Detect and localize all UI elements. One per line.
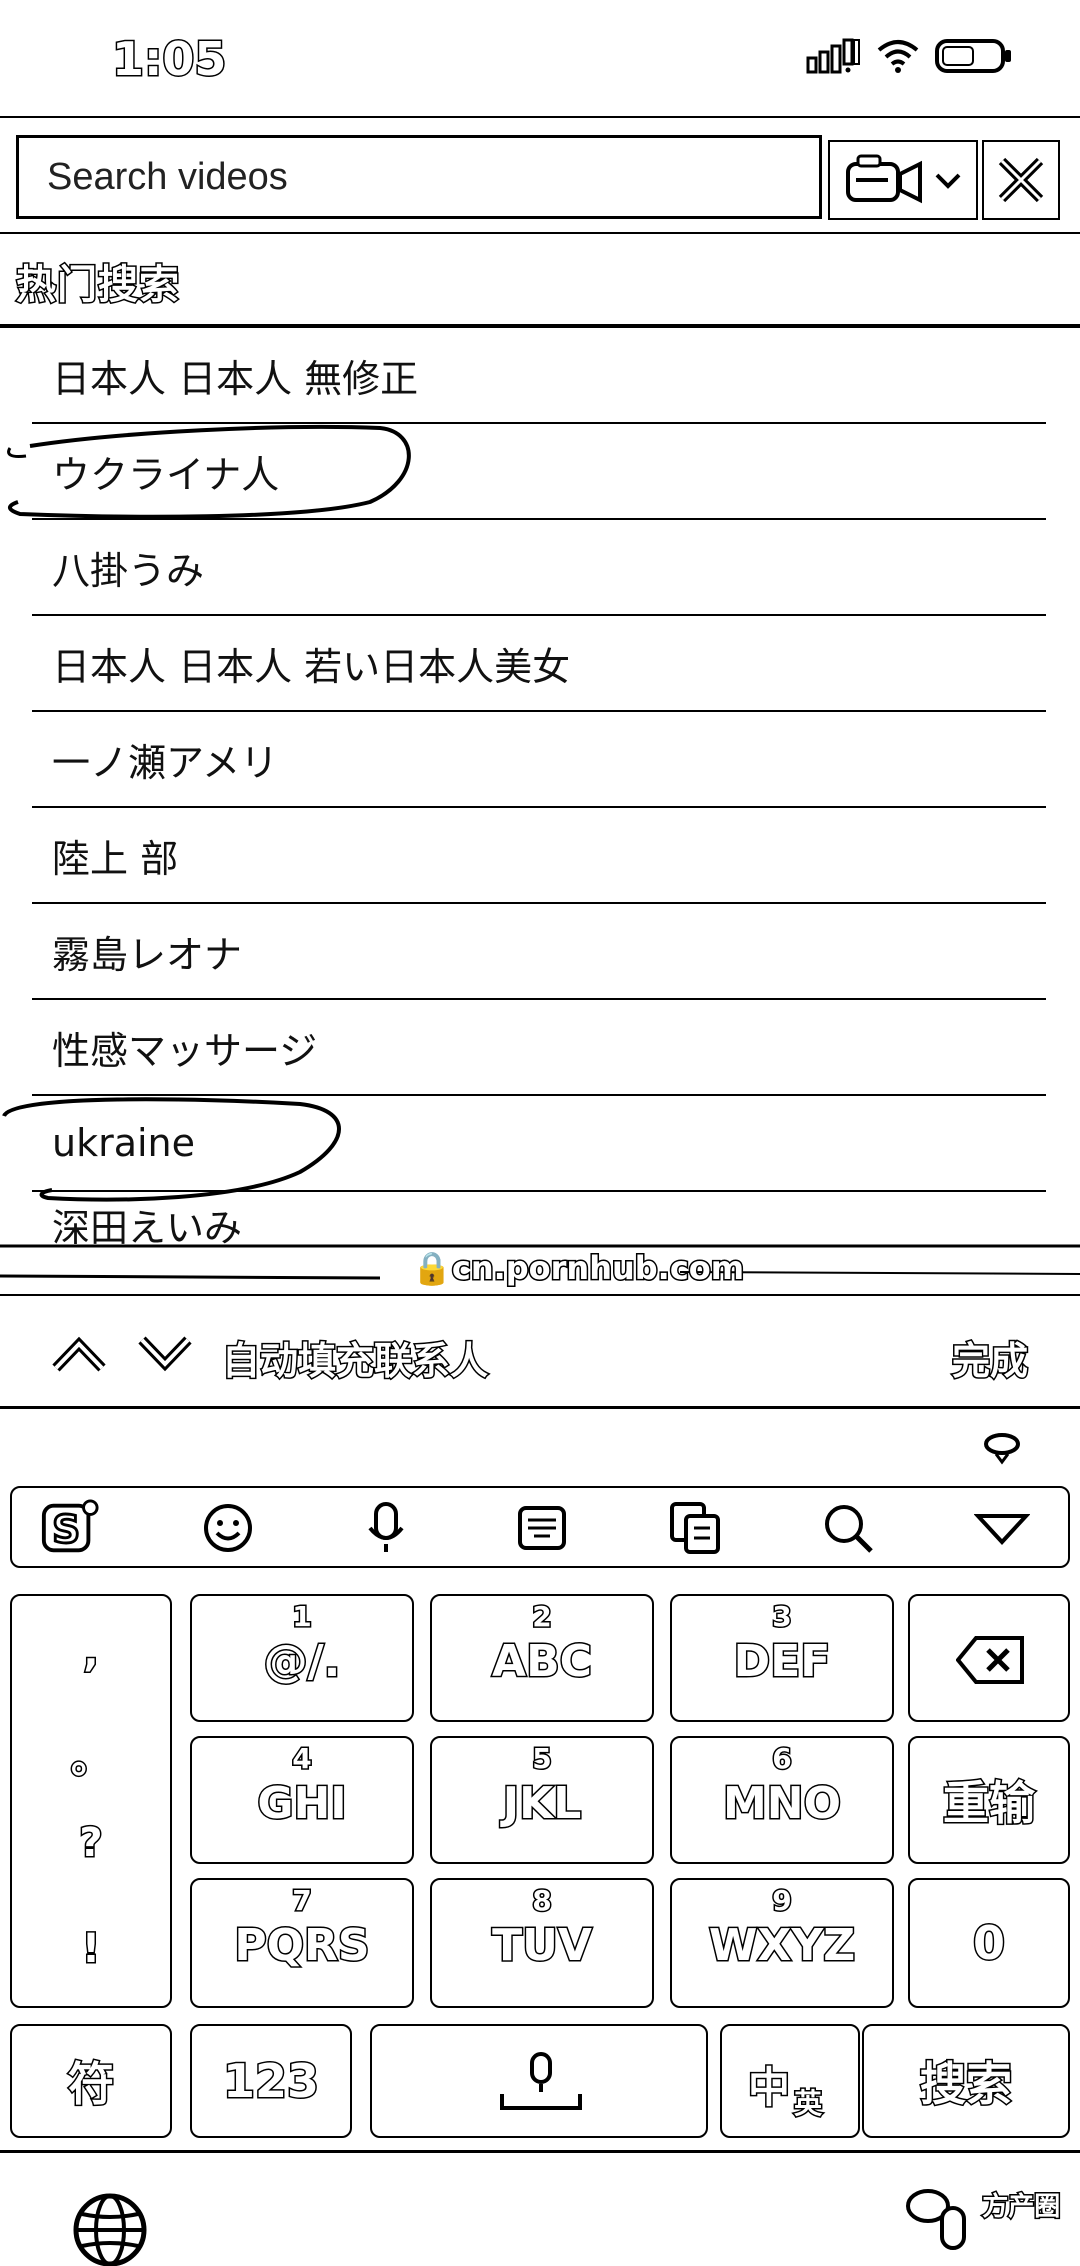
language-switch-key[interactable]: 中 英 (720, 2024, 860, 2138)
key-6[interactable]: 6 MNO (670, 1736, 894, 1864)
autofill-contacts-label[interactable]: 自动填充联系人 (220, 1330, 489, 1385)
list-item[interactable]: 八掛うみ (32, 520, 1046, 616)
punct-question[interactable]: ? (12, 1819, 170, 1868)
key-7[interactable]: 7 PQRS (190, 1878, 414, 2008)
status-bar: 1:05 (0, 0, 1080, 118)
search-input[interactable]: Search videos (16, 135, 822, 219)
punct-comma[interactable]: , (12, 1629, 170, 1678)
svg-text:S: S (52, 1508, 80, 1553)
list-item[interactable]: 深田えいみ (32, 1192, 1046, 1252)
section-title: 热门搜索 (15, 261, 181, 310)
battery-icon (935, 39, 1011, 73)
symbols-key[interactable]: 符 (10, 2024, 172, 2138)
numbers-key[interactable]: 123 (190, 2024, 352, 2138)
divider (0, 2150, 1080, 2153)
list-item[interactable]: 日本人 日本人 若い日本人美女 (32, 616, 1046, 712)
wechat-mic-icon (906, 2189, 966, 2250)
clipboard-icon[interactable] (666, 1498, 726, 1558)
space-key[interactable] (370, 2024, 708, 2138)
space-mic-icon (500, 2052, 582, 2110)
search-icon[interactable] (818, 1498, 878, 1558)
video-filter-button[interactable] (828, 140, 978, 220)
wifi-icon (877, 40, 919, 73)
collapse-keyboard-icon[interactable] (972, 1498, 1032, 1558)
globe-icon[interactable] (70, 2190, 150, 2266)
key-5[interactable]: 5 JKL (430, 1736, 654, 1864)
divider (0, 1294, 1080, 1296)
search-placeholder: Search videos (47, 155, 288, 198)
list-item[interactable]: ウクライナ人 (32, 424, 1046, 520)
status-time: 1:05 (110, 31, 227, 88)
list-item[interactable]: 一ノ瀬アメリ (32, 712, 1046, 808)
key-1[interactable]: 1 @/. (190, 1594, 414, 1722)
key-3[interactable]: 3 DEF (670, 1594, 894, 1722)
backspace-key[interactable] (908, 1594, 1070, 1722)
reenter-key[interactable]: 重输 (908, 1736, 1070, 1864)
sogou-logo-icon[interactable]: S (40, 1498, 100, 1558)
list-item[interactable]: 陸上 部 (32, 808, 1046, 904)
voice-input-icon[interactable] (356, 1498, 416, 1558)
done-button[interactable]: 完成 (950, 1330, 1029, 1385)
divider (0, 116, 1080, 118)
divider (0, 232, 1080, 234)
list-item[interactable]: 霧島レオナ (32, 904, 1046, 1000)
emoji-icon[interactable] (198, 1498, 258, 1558)
key-2[interactable]: 2 ABC (430, 1594, 654, 1722)
list-item[interactable]: 性感マッサージ (32, 1000, 1046, 1096)
status-icons (806, 36, 1014, 76)
search-key[interactable]: 搜索 (862, 2024, 1070, 2138)
close-search-button[interactable] (982, 140, 1060, 220)
keyboard-layout-icon[interactable] (512, 1498, 572, 1558)
key-0[interactable]: 0 (908, 1878, 1070, 2008)
chevron-down-icon[interactable] (136, 1334, 194, 1374)
backspace-icon (956, 1636, 1024, 1684)
punct-exclaim[interactable]: ! (12, 1925, 170, 1974)
punct-period[interactable]: 。 (12, 1726, 170, 1784)
keyboard-handle-icon[interactable] (980, 1430, 1024, 1466)
key-4[interactable]: 4 GHI (190, 1736, 414, 1864)
chevron-up-icon[interactable] (50, 1334, 108, 1374)
lock-icon: 🔒 (411, 1248, 454, 1289)
key-9[interactable]: 9 WXYZ (670, 1878, 894, 2008)
list-item[interactable]: 日本人 日本人 無修正 (32, 328, 1046, 424)
video-camera-icon (846, 154, 922, 204)
list-item[interactable]: ukraine (32, 1096, 1046, 1192)
url-text: 🔒cn.pornhub.com (411, 1248, 746, 1289)
punctuation-column[interactable]: , 。 ? ! (10, 1594, 172, 2008)
voice-footer[interactable]: 方产圈 (904, 2186, 1062, 2266)
hot-search-list: 日本人 日本人 無修正 ウクライナ人 八掛うみ 日本人 日本人 若い日本人美女 … (32, 328, 1046, 1252)
close-icon (998, 157, 1044, 203)
signal-icon (806, 38, 860, 74)
chevron-down-icon (935, 173, 961, 189)
divider (0, 1406, 1080, 1409)
key-8[interactable]: 8 TUV (430, 1878, 654, 2008)
